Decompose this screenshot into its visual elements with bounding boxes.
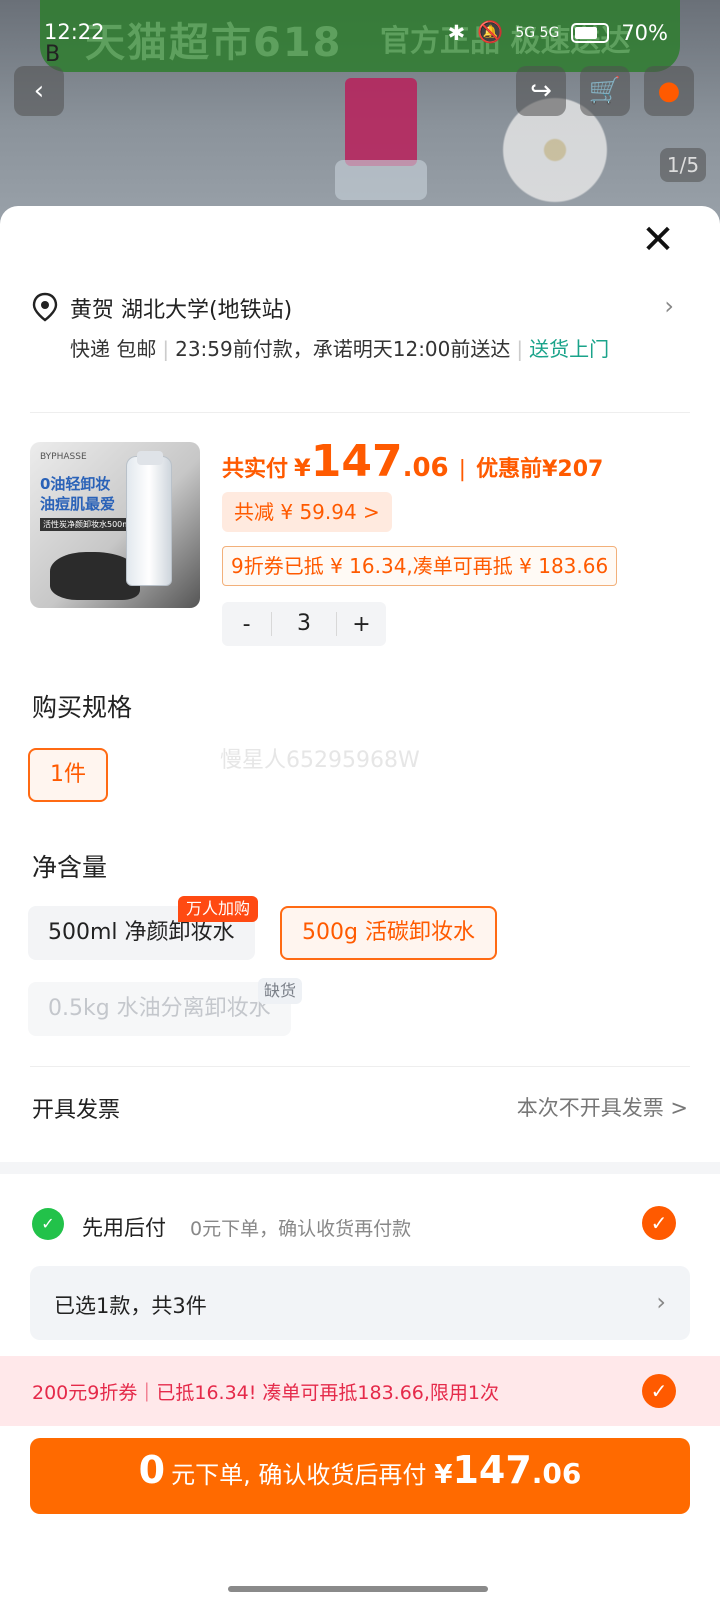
cta-currency: ¥	[434, 1460, 453, 1490]
divider	[30, 412, 690, 413]
coupon-info: 9折券已抵 ¥ 16.34,凑单可再抵 ¥ 183.66	[222, 546, 618, 586]
promo-check-icon[interactable]: ✓	[642, 1374, 676, 1408]
quantity-stepper: - 3 +	[222, 602, 386, 646]
price-line: 共实付 ¥ 147 .06 | 优惠前 ¥207	[222, 436, 604, 487]
battery-percent: 70%	[621, 20, 668, 45]
chevron-right-icon: ›	[656, 1288, 666, 1316]
original-price-label: 优惠前	[476, 457, 543, 482]
divider	[30, 1066, 690, 1067]
close-button[interactable]: ✕	[636, 218, 680, 262]
hot-tag: 万人加购	[178, 896, 259, 922]
place-order-button[interactable]: 0 元下单, 确认收货后再付 ¥ 147 .06	[30, 1438, 690, 1514]
location-pin-icon	[32, 292, 58, 326]
status-time: 12:22	[44, 20, 105, 44]
pay-later-title: 先用后付	[82, 1216, 166, 1240]
back-button[interactable]: ‹	[14, 66, 64, 116]
plus-button[interactable]: +	[337, 612, 386, 637]
more-button[interactable]: ●	[644, 66, 694, 116]
discount-badge[interactable]: 共减 ¥ 59.94 >	[222, 492, 392, 532]
watermark-text: 慢星人65295968W	[220, 748, 420, 773]
minus-button[interactable]: -	[222, 612, 271, 637]
network-label: 5G 5G	[515, 24, 560, 41]
quantity-value[interactable]: 3	[271, 612, 337, 636]
price-block: 共实付 ¥ 147 .06 | 优惠前 ¥207	[222, 436, 603, 487]
share-button[interactable]: ↪	[516, 66, 566, 116]
cart-icon: 🛒	[588, 76, 622, 106]
status-icons: ✱ 🔕 5G 5G 70%	[448, 20, 668, 45]
cta-zero: 0	[138, 1448, 166, 1492]
address-text: 黄贺 湖北大学(地铁站)	[70, 298, 293, 323]
thumb-slogan: 0油轻卸妆 油痘肌最爱	[40, 475, 116, 513]
selected-text: 已选1款，共3件	[54, 1294, 207, 1318]
share-icon: ↪	[530, 76, 552, 106]
invoice-value: 本次不开具发票 >	[516, 1096, 688, 1120]
price-decimal: .06	[402, 453, 449, 483]
image-page-indicator: 1/5	[660, 148, 706, 182]
coupon-promo-bar[interactable]: 200元9折券｜已抵16.34! 凑单可再抵183.66,限用1次	[0, 1356, 720, 1426]
cta-text: 元下单, 确认收货后再付	[171, 1461, 427, 1489]
promo-text: 200元9折券｜已抵16.34! 凑单可再抵183.66,限用1次	[32, 1382, 500, 1404]
bottle-image	[126, 451, 172, 586]
cart-button[interactable]: 🛒	[580, 66, 630, 116]
invoice-row[interactable]: 开具发票 本次不开具发票 >	[32, 1086, 688, 1126]
battery-icon	[571, 22, 610, 43]
cta-price-integer: 147	[452, 1448, 532, 1492]
thumb-brand: BYPHASSE	[40, 452, 87, 462]
section-gap	[0, 1162, 720, 1174]
status-bar: 12:22 ✱ 🔕 5G 5G 70%	[0, 0, 720, 70]
price-integer: 147	[310, 436, 403, 487]
thumb-subtitle: 活性炭净颜卸妆水500ml	[40, 518, 136, 531]
back-arrow-icon: ‹	[33, 76, 45, 106]
product-thumbnail[interactable]: BYPHASSE 0油轻卸妆 油痘肌最爱 活性炭净颜卸妆水500ml	[30, 442, 200, 608]
out-of-stock-tag: 缺货	[258, 978, 303, 1004]
mute-icon: 🔕	[477, 20, 504, 44]
selected-summary[interactable]: 已选1款，共3件 ›	[30, 1266, 690, 1340]
pay-later-row[interactable]: ✓ 先用后付 0元下单，确认收货再付款	[32, 1206, 688, 1246]
price-currency: ¥	[294, 454, 311, 482]
bluetooth-icon: ✱	[447, 20, 466, 45]
delivery-info: 快递 包邮 | 23:59前付款，承诺明天12:00前送达 | 送货上门	[70, 337, 610, 361]
more-icon: ●	[657, 76, 681, 106]
delivery-time: 23:59前付款，承诺明天12:00前送达	[175, 337, 511, 361]
bottle-neck-image	[335, 160, 427, 200]
volume-option-500g[interactable]: 500g 活碳卸妆水	[280, 906, 497, 960]
volume-title: 净含量	[32, 853, 108, 882]
original-price: ¥207	[542, 457, 604, 482]
invoice-label: 开具发票	[32, 1098, 121, 1123]
bottle-cap-image	[345, 78, 417, 166]
pay-later-desc: 0元下单，确认收货再付款	[190, 1218, 412, 1240]
price-label: 共实付	[222, 457, 289, 482]
sku-sheet: ✕ 黄贺 湖北大学(地铁站) › 快递 包邮 | 23:59前付款，承诺明天12:0…	[0, 206, 720, 1600]
wallet-icon: ✓	[32, 1208, 64, 1240]
door-delivery: 送货上门	[529, 337, 610, 361]
pay-later-check-icon[interactable]: ✓	[642, 1206, 676, 1240]
close-icon: ✕	[641, 217, 675, 263]
cta-price-decimal: .06	[531, 1457, 582, 1490]
volume-option-0.5kg: 0.5kg 水油分离卸妆水	[28, 982, 291, 1036]
delivery-method: 快递 包邮	[70, 337, 157, 361]
home-indicator[interactable]	[228, 1586, 488, 1592]
spec-option-1[interactable]: 1件	[28, 748, 108, 802]
spec-title: 购买规格	[32, 693, 133, 722]
chevron-right-icon: ›	[664, 292, 674, 320]
